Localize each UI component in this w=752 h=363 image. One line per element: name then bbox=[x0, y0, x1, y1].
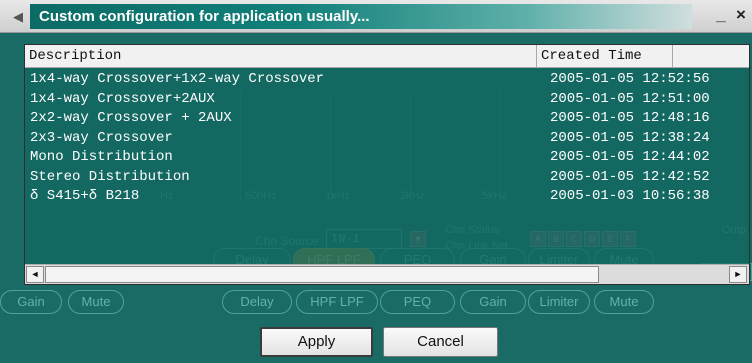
scroll-right-icon[interactable]: ► bbox=[729, 266, 747, 283]
bg-pill: Mute bbox=[68, 290, 124, 314]
scroll-left-icon[interactable]: ◄ bbox=[26, 266, 44, 283]
list-item[interactable]: 2x3-way Crossover 2005-01-05 12:38:24 bbox=[25, 129, 749, 149]
item-created-time: 2005-01-03 10:56:38 bbox=[550, 188, 710, 204]
item-created-time: 2005-01-05 12:48:16 bbox=[550, 110, 710, 126]
window-title: Custom configuration for application usu… bbox=[39, 8, 370, 25]
item-created-time: 2005-01-05 12:38:24 bbox=[550, 129, 710, 146]
item-description: Stereo Distribution bbox=[30, 168, 190, 185]
bg-pill: PEQ bbox=[380, 290, 455, 314]
bg-pill: Gain bbox=[460, 290, 526, 314]
minimize-button[interactable]: _ bbox=[712, 4, 730, 26]
item-description: 1x4-way Crossover+2AUX bbox=[30, 90, 215, 107]
column-header-description[interactable]: Description bbox=[25, 45, 537, 67]
item-created-time: 2005-01-05 12:44:02 bbox=[550, 149, 710, 165]
close-button[interactable]: × bbox=[732, 4, 750, 26]
list-header: Description Created Time bbox=[25, 45, 749, 68]
configuration-list[interactable]: Description Created Time 1x4-way Crossov… bbox=[24, 44, 750, 285]
list-item[interactable]: Stereo Distribution 2005-01-05 12:42:52 bbox=[25, 168, 749, 188]
apply-button[interactable]: Apply bbox=[260, 327, 373, 357]
item-created-time: 2005-01-05 12:52:56 bbox=[550, 71, 710, 87]
list-rows: 1x4-way Crossover+1x2-way Crossover 2005… bbox=[25, 70, 749, 207]
column-header-created-time[interactable]: Created Time bbox=[537, 45, 673, 67]
list-item[interactable]: 1x4-way Crossover+1x2-way Crossover 2005… bbox=[25, 70, 749, 90]
item-created-time: 2005-01-05 12:51:00 bbox=[550, 90, 710, 107]
item-description: 2x2-way Crossover + 2AUX bbox=[30, 110, 232, 126]
item-description: 2x3-way Crossover bbox=[30, 129, 173, 146]
item-created-time: 2005-01-05 12:42:52 bbox=[550, 168, 710, 185]
bg-pill: Gain bbox=[0, 290, 62, 314]
list-item[interactable]: Mono Distribution 2005-01-05 12:44:02 bbox=[25, 148, 749, 168]
bg-pill: Delay bbox=[222, 290, 292, 314]
list-item[interactable]: δ S415+δ B218 2005-01-03 10:56:38 bbox=[25, 187, 749, 207]
list-item[interactable]: 1x4-way Crossover+2AUX 2005-01-05 12:51:… bbox=[25, 90, 749, 110]
cancel-button[interactable]: Cancel bbox=[383, 327, 498, 357]
scroll-thumb[interactable] bbox=[45, 266, 599, 283]
title-bar[interactable]: ◀ Custom configuration for application u… bbox=[0, 0, 752, 33]
item-description: Mono Distribution bbox=[30, 149, 173, 165]
horizontal-scrollbar[interactable]: ◄ ► bbox=[25, 264, 749, 284]
item-description: δ S415+δ B218 bbox=[30, 188, 140, 204]
speaker-icon: ◀ bbox=[13, 9, 23, 24]
item-description: 1x4-way Crossover+1x2-way Crossover bbox=[30, 71, 325, 87]
list-item[interactable]: 2x2-way Crossover + 2AUX 2005-01-05 12:4… bbox=[25, 109, 749, 129]
bg-pill: Limiter bbox=[528, 290, 590, 314]
bg-pill: Mute bbox=[594, 290, 654, 314]
bg-pill: HPF LPF bbox=[296, 290, 378, 314]
